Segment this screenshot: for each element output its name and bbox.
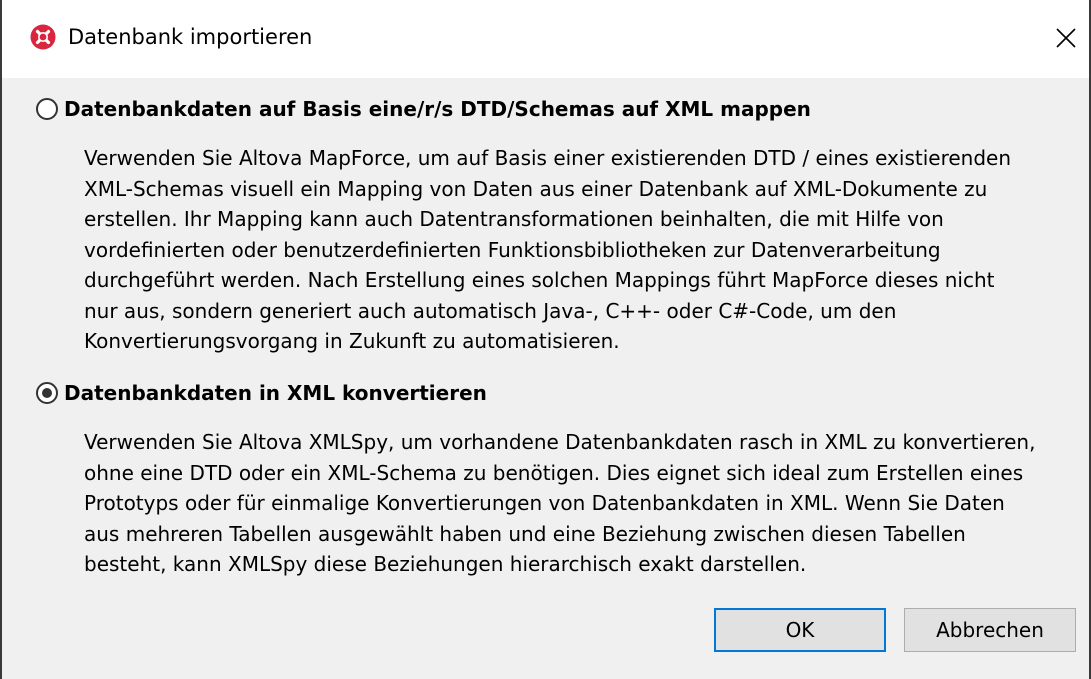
description-line: durchgeführt werden. Nach Erstellung ein… [84, 268, 995, 292]
title-bar: Datenbank importieren [2, 0, 1089, 78]
radio-map-dtd-schema[interactable] [36, 98, 58, 120]
option-map-dtd-schema[interactable]: Datenbankdaten auf Basis eine/r/s DTD/Sc… [36, 96, 811, 122]
description-line: vordefinierten oder benutzerdefinierten … [84, 237, 941, 262]
cancel-button[interactable]: Abbrechen [904, 608, 1076, 652]
description-line: Verwenden Sie Altova XMLSpy, um vorhande… [84, 430, 1036, 454]
description-line: Konvertierungsvorgang in Zukunft zu auto… [84, 329, 620, 353]
radio-convert-to-xml[interactable] [36, 382, 58, 404]
description-line: besteht, kann XMLSpy diese Beziehungen h… [84, 552, 807, 576]
description-line: Verwenden Sie Altova MapForce, um auf Ba… [84, 146, 1012, 170]
option-convert-to-xml-description: Verwenden Sie Altova XMLSpy, um vorhande… [84, 427, 1084, 580]
description-line: XML-Schemas visuell ein Mapping von Date… [84, 176, 988, 201]
description-line: aus mehreren Tabellen ausgewählt haben u… [84, 521, 966, 546]
description-line: nur aus, sondern generiert auch automati… [84, 298, 897, 323]
altova-app-icon [30, 24, 56, 50]
dialog-content: Datenbankdaten auf Basis eine/r/s DTD/Sc… [2, 78, 1089, 679]
import-database-dialog: Datenbank importieren Datenbankdaten auf… [0, 0, 1091, 679]
description-line: Prototyps oder für einmalige Konvertieru… [84, 491, 1005, 515]
description-line: ohne eine DTD oder ein XML-Schema zu ben… [84, 460, 1024, 485]
option-convert-to-xml[interactable]: Datenbankdaten in XML konvertieren [36, 380, 487, 406]
close-icon [1056, 28, 1076, 48]
option-convert-to-xml-label: Datenbankdaten in XML konvertieren [64, 381, 487, 405]
dialog-title: Datenbank importieren [68, 25, 313, 49]
option-map-dtd-schema-label: Datenbankdaten auf Basis eine/r/s DTD/Sc… [64, 97, 811, 121]
option-map-dtd-schema-description: Verwenden Sie Altova MapForce, um auf Ba… [84, 143, 1084, 357]
close-button[interactable] [1043, 8, 1089, 68]
ok-button[interactable]: OK [714, 608, 886, 652]
description-line: erstellen. Ihr Mapping kann auch Datentr… [84, 207, 944, 231]
